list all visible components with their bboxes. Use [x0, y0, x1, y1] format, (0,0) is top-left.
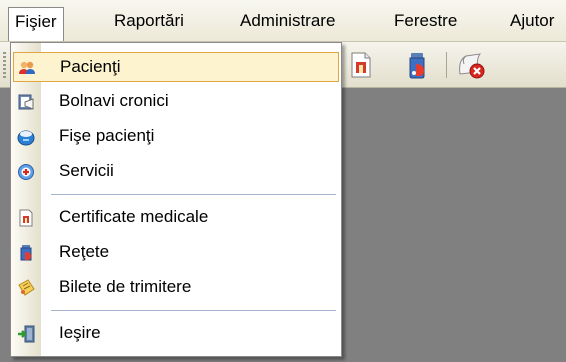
menu-separator — [51, 194, 336, 195]
menu-item-bolnavi-cronici[interactable]: Bolnavi cronici — [13, 87, 339, 117]
patient-files-icon — [17, 128, 35, 146]
referral-tickets-icon — [17, 279, 35, 297]
menu-item-label: Pacienţi — [60, 57, 121, 76]
toolbar-grip[interactable] — [3, 52, 6, 78]
chronic-patients-icon — [17, 93, 35, 111]
prescription-bottle-icon[interactable] — [402, 50, 432, 80]
menu-item-retete[interactable]: Reţete — [13, 238, 339, 268]
menu-item-iesire[interactable]: Ieşire — [13, 319, 339, 349]
close-document-icon[interactable] — [456, 50, 486, 80]
menu-administrare[interactable]: Administrare — [234, 7, 341, 37]
patients-icon — [18, 59, 36, 77]
menu-raportari[interactable]: Raportări — [108, 7, 190, 37]
menu-item-pacienti[interactable]: Pacienţi — [13, 52, 339, 82]
prescriptions-icon — [17, 244, 35, 262]
menu-item-label: Ieşire — [59, 323, 101, 342]
menu-bar: Fişier Raportări Administrare Ferestre A… — [0, 0, 566, 42]
certificate-icon[interactable] — [346, 50, 376, 80]
menu-item-certificate-medicale[interactable]: Certificate medicale — [13, 203, 339, 233]
services-icon — [17, 163, 35, 181]
menu-item-label: Reţete — [59, 242, 110, 261]
exit-icon — [17, 325, 35, 343]
menu-ajutor[interactable]: Ajutor — [504, 7, 560, 37]
menu-item-fise-pacienti[interactable]: Fişe pacienţi — [13, 122, 339, 152]
menu-item-label: Bilete de trimitere — [59, 277, 192, 296]
toolbar-separator — [446, 52, 447, 78]
menu-item-label: Bolnavi cronici — [59, 91, 169, 110]
menu-fisier[interactable]: Fişier — [8, 7, 64, 41]
menu-item-label: Fişe pacienţi — [59, 126, 155, 145]
menu-item-bilete-de-trimitere[interactable]: Bilete de trimitere — [13, 273, 339, 303]
menu-separator — [51, 310, 336, 311]
menu-item-label: Certificate medicale — [59, 207, 209, 226]
menu-item-label: Servicii — [59, 161, 114, 180]
medical-certificate-icon — [17, 209, 35, 227]
menu-ferestre[interactable]: Ferestre — [388, 7, 463, 37]
file-dropdown-menu: Pacienţi Bolnavi cronici Fişe pacienţi S… — [10, 42, 342, 357]
menu-item-servicii[interactable]: Servicii — [13, 157, 339, 187]
